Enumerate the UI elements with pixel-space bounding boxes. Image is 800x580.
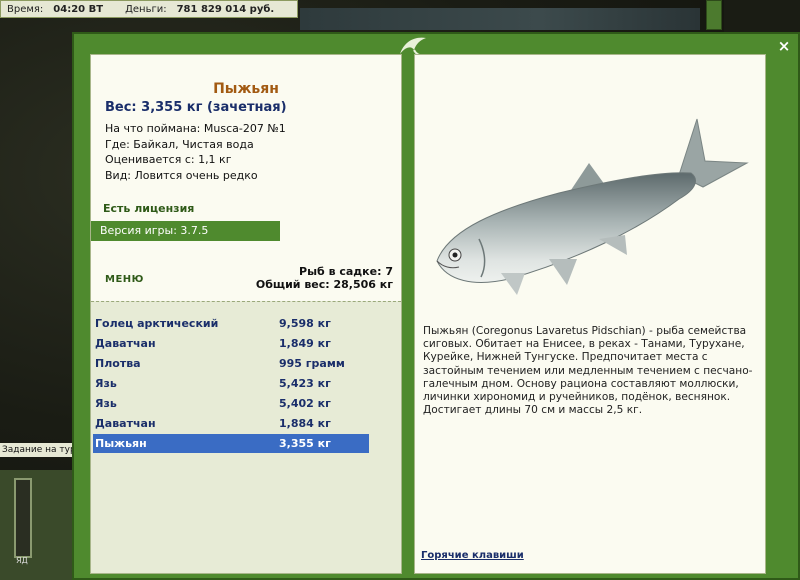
catch-name: Голец арктический <box>95 317 219 330</box>
catch-row[interactable]: Язь 5,423 кг <box>93 374 369 393</box>
fish-weight: Вес: 3,355 кг (зачетная) <box>105 100 287 115</box>
catch-weight: 1,849 кг <box>279 337 331 350</box>
catch-weight: 9,598 кг <box>279 317 331 330</box>
catch-row[interactable]: Язь 5,402 кг <box>93 394 369 413</box>
catch-name: Плотва <box>95 357 141 370</box>
catch-weight: 995 грамм <box>279 357 345 370</box>
money-value: 781 829 014 руб. <box>176 3 275 15</box>
catch-weight: 1,884 кг <box>279 417 331 430</box>
task-label: Задание на тур <box>0 443 72 457</box>
menu-button[interactable]: МЕНЮ <box>105 274 144 285</box>
gauge-label: ЯД <box>16 556 28 565</box>
catch-row[interactable]: Даватчан 1,849 кг <box>93 334 369 353</box>
catch-name: Пыжьян <box>95 437 147 450</box>
rated-from-line: Оценивается с: 1,1 кг <box>105 153 232 166</box>
catch-name: Язь <box>95 377 117 390</box>
fish-info-window: × Пыжьян Вес: 3,355 кг (зачетная) На что… <box>72 32 800 580</box>
time-label: Время: <box>7 3 44 15</box>
money-label: Деньги: <box>125 3 167 15</box>
cage-total-weight: Общий вес: 28,506 кг <box>255 278 393 291</box>
cage-summary: Рыб в садке: 7 Общий вес: 28,506 кг <box>256 265 393 291</box>
fish-title: Пыжьян <box>213 81 279 97</box>
close-icon[interactable]: × <box>776 38 792 54</box>
fish-info-panel: Пыжьян Вес: 3,355 кг (зачетная) На что п… <box>90 54 402 574</box>
game-water-view <box>300 8 700 30</box>
line-gauge <box>14 478 32 558</box>
fish-illustration <box>436 118 749 295</box>
hotkeys-link[interactable]: Горячие клавиши <box>421 550 524 561</box>
catch-weight: 3,355 кг <box>279 437 331 450</box>
version-bar: Версия игры: 3.7.5 <box>91 221 280 241</box>
rarity-line: Вид: Ловится очень редко <box>105 168 258 182</box>
window-right-border <box>767 54 785 574</box>
catch-weight: 5,402 кг <box>279 397 331 410</box>
catch-list: Голец арктический 9,598 кг Даватчан 1,84… <box>91 301 401 573</box>
catch-name: Даватчан <box>95 337 156 350</box>
license-status: Есть лицензия <box>103 202 195 215</box>
catch-name: Язь <box>95 397 117 410</box>
catch-row[interactable]: Даватчан 1,884 кг <box>93 414 369 433</box>
cage-count: Рыб в садке: 7 <box>299 265 393 278</box>
fish-description: Пыжьян (Coregonus Lavaretus Pidschian) -… <box>423 325 753 417</box>
catch-row-selected[interactable]: Пыжьян 3,355 кг <box>93 434 369 453</box>
status-bar: Время: 04:20 ВТ Деньги: 781 829 014 руб. <box>0 0 298 18</box>
hud-panel <box>0 470 72 580</box>
catch-name: Даватчан <box>95 417 156 430</box>
location-line: Где: Байкал, Чистая вода <box>105 137 254 151</box>
catch-row[interactable]: Плотва 995 грамм <box>93 354 369 373</box>
catch-row[interactable]: Голец арктический 9,598 кг <box>93 314 369 333</box>
caught-with-line: На что поймана: Musca-207 №1 <box>105 122 286 135</box>
status-corner-button[interactable] <box>706 0 722 30</box>
catch-weight: 5,423 кг <box>279 377 331 390</box>
fish-details: На что поймана: Musca-207 №1 Где: Байкал… <box>105 121 286 183</box>
fish-description-panel: Пыжьян (Coregonus Lavaretus Pidschian) -… <box>414 54 766 574</box>
time-value: 04:20 ВТ <box>53 3 104 15</box>
